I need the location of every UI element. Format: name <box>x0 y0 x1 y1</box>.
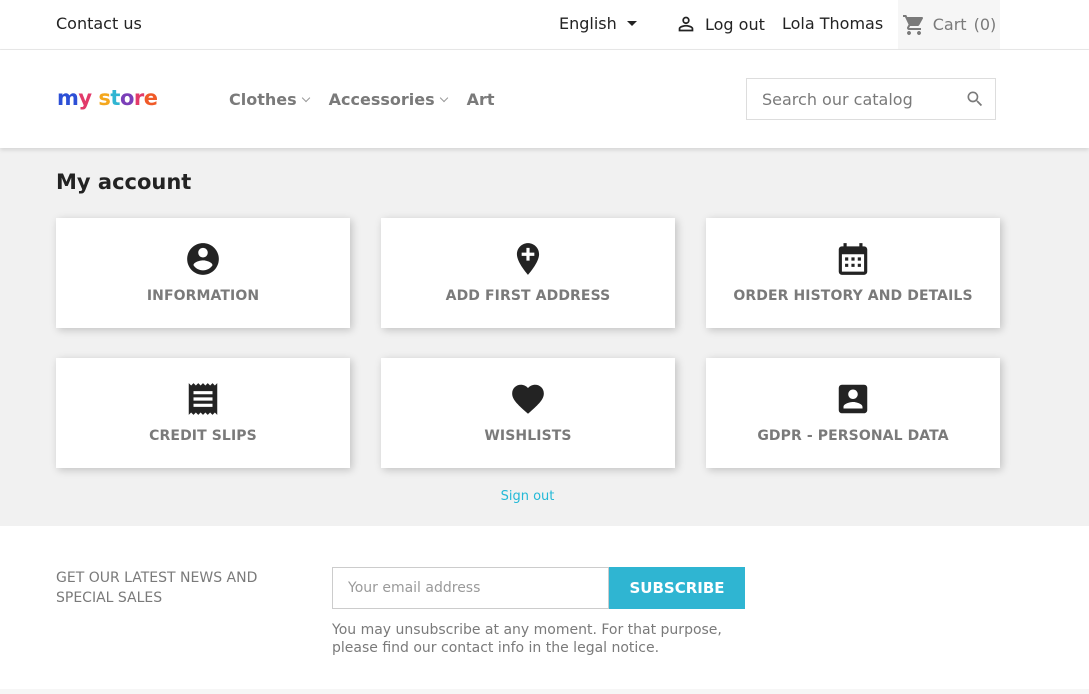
chevron-down-icon <box>439 93 448 102</box>
subscribe-button[interactable]: SUBSCRIBE <box>609 567 745 609</box>
order-history-card[interactable]: ORDER HISTORY AND DETAILS <box>706 218 1000 328</box>
card-label: ADD FIRST ADDRESS <box>445 288 611 304</box>
email-input[interactable] <box>332 567 609 609</box>
cart-button[interactable]: Cart (0) <box>898 0 1000 49</box>
language-selector[interactable]: English <box>559 14 637 33</box>
card-label: WISHLISTS <box>484 428 572 444</box>
main-nav: Clothes Accessories Art <box>229 90 495 109</box>
card-label: ORDER HISTORY AND DETAILS <box>733 288 973 304</box>
main-header: my store Clothes Accessories Art <box>0 50 1089 148</box>
cart-label: Cart <box>932 15 967 34</box>
nav-label: Accessories <box>328 90 435 109</box>
add-location-icon <box>509 240 547 278</box>
language-label: English <box>559 14 617 33</box>
top-nav-bar: Contact us English Log out Lola Thomas C… <box>0 0 1089 50</box>
contact-us-link[interactable]: Contact us <box>56 14 142 33</box>
nav-item-art[interactable]: Art <box>467 90 495 109</box>
user-name-link[interactable]: Lola Thomas <box>782 14 883 33</box>
logout-link[interactable]: Log out <box>675 13 765 35</box>
newsletter-note: You may unsubscribe at any moment. For t… <box>332 622 722 656</box>
information-card[interactable]: INFORMATION <box>56 218 350 328</box>
account-box-icon <box>834 380 872 418</box>
newsletter-section: GET OUR LATEST NEWS AND SPECIAL SALES SU… <box>0 526 1089 694</box>
card-label: INFORMATION <box>146 288 260 304</box>
add-address-card[interactable]: ADD FIRST ADDRESS <box>381 218 675 328</box>
user-icon <box>678 16 694 32</box>
nav-label: Art <box>466 90 495 109</box>
gdpr-card[interactable]: GDPR - PERSONAL DATA <box>706 358 1000 468</box>
chevron-down-icon <box>301 93 310 102</box>
search-input[interactable] <box>762 89 952 109</box>
card-label: GDPR - PERSONAL DATA <box>757 428 949 444</box>
search-box <box>746 78 996 120</box>
account-section: My account INFORMATION ADD FIRST ADDRESS… <box>0 148 1089 526</box>
footer-divider <box>0 689 1089 694</box>
heart-icon <box>509 380 547 418</box>
page-title: My account <box>56 170 192 194</box>
caret-down-icon <box>626 21 637 26</box>
calendar-icon <box>834 240 872 278</box>
card-label: CREDIT SLIPS <box>149 428 257 444</box>
account-circle-icon <box>184 240 222 278</box>
nav-item-clothes[interactable]: Clothes <box>229 90 310 109</box>
store-logo[interactable]: my store <box>57 85 158 119</box>
nav-item-accessories[interactable]: Accessories <box>328 90 448 109</box>
credit-slips-card[interactable]: CREDIT SLIPS <box>56 358 350 468</box>
nav-label: Clothes <box>229 90 297 109</box>
receipt-icon <box>184 380 222 418</box>
search-icon[interactable] <box>965 89 985 109</box>
wishlists-card[interactable]: WISHLISTS <box>381 358 675 468</box>
cart-count: (0) <box>973 15 997 34</box>
logout-label: Log out <box>705 14 765 34</box>
newsletter-title: GET OUR LATEST NEWS AND SPECIAL SALES <box>56 570 258 606</box>
logo-mark: my store <box>57 86 158 110</box>
shopping-cart-icon <box>902 14 923 35</box>
svg-text:my store: my store <box>57 86 157 110</box>
sign-out-link[interactable]: Sign out <box>0 489 1055 504</box>
